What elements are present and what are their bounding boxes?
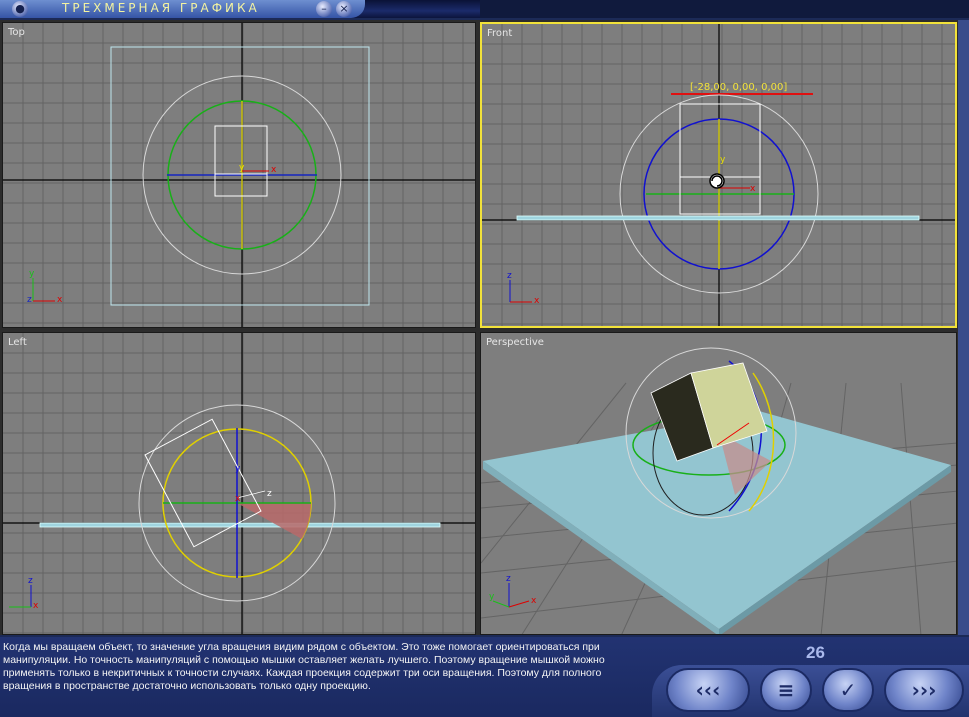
front-scene: [-28,00, 0,00, 0,00] x y z x — [482, 24, 955, 326]
forward-button[interactable]: ››› — [884, 668, 964, 712]
left-scene: z y x z x — [3, 333, 475, 634]
top-axis-x: x — [57, 295, 63, 305]
left-x-label: x — [235, 494, 241, 504]
title-tab: ● ТРЕХМЕРНАЯ ГРАФИКА – × — [0, 0, 365, 18]
top-scene: x y y x z — [3, 23, 475, 327]
persp-axis-x: x — [531, 596, 537, 606]
left-axis-x: x — [33, 601, 39, 611]
app-globe-icon: ● — [12, 1, 28, 17]
top-axis-y: y — [29, 269, 35, 279]
top-axis-z: z — [27, 295, 32, 305]
top-x-label: x — [271, 165, 277, 175]
back-button[interactable]: ‹‹‹ — [666, 668, 750, 712]
nav-bar: ‹‹‹ ≡ ✓ ››› — [652, 665, 969, 717]
menu-button[interactable]: ≡ — [760, 668, 812, 712]
front-x-label: x — [750, 184, 756, 194]
viewport-front-label: Front — [487, 28, 513, 39]
front-axis-x: x — [534, 296, 540, 306]
left-grid — [3, 333, 475, 634]
info-panel: Когда мы вращаем объект, то значение угл… — [0, 637, 969, 717]
viewport-perspective[interactable]: z x y Perspective — [480, 332, 957, 635]
left-y-label: y — [235, 464, 241, 474]
page-number: 26 — [806, 643, 825, 662]
viewport-left-label: Left — [8, 337, 27, 348]
left-axis-z: z — [28, 576, 33, 586]
persp-axis-z: z — [506, 574, 511, 584]
app-title: ТРЕХМЕРНАЯ ГРАФИКА — [62, 1, 260, 15]
check-button[interactable]: ✓ — [822, 668, 874, 712]
info-text: Когда мы вращаем объект, то значение угл… — [3, 641, 605, 692]
top-y-label: y — [239, 163, 245, 173]
viewport-top[interactable]: x y y x z Top — [2, 22, 476, 328]
persp-axis-y: y — [489, 592, 495, 602]
minimize-button[interactable]: – — [316, 1, 332, 17]
viewport-top-label: Top — [8, 27, 25, 38]
viewport-perspective-label: Perspective — [486, 337, 544, 348]
title-background — [480, 0, 969, 18]
front-axis-z: z — [507, 271, 512, 281]
close-button[interactable]: × — [336, 1, 352, 17]
right-strip — [958, 20, 969, 635]
viewport-left[interactable]: z y x z x Left — [2, 332, 476, 635]
title-bar: ● ТРЕХМЕРНАЯ ГРАФИКА – × — [0, 0, 969, 18]
front-y-label: y — [720, 155, 726, 165]
rotation-readout: [-28,00, 0,00, 0,00] — [690, 82, 787, 93]
perspective-scene: z x y — [481, 347, 956, 634]
viewport-area: x y y x z Top [-28,00, 0,00, 0,00] x y z… — [0, 20, 960, 635]
left-z-label: z — [267, 489, 272, 499]
viewport-front[interactable]: [-28,00, 0,00, 0,00] x y z x Front — [480, 22, 957, 328]
